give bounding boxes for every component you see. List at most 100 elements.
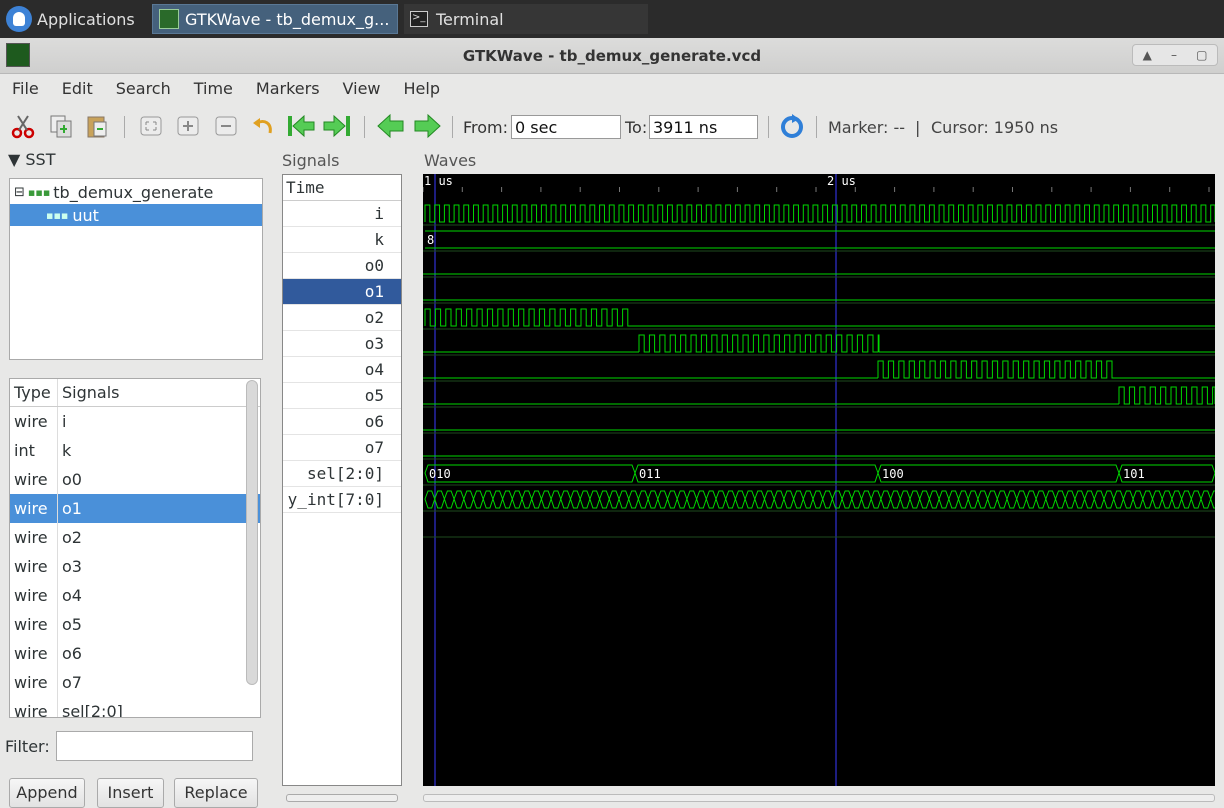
signal-list-row[interactable]: wire o6	[10, 639, 260, 668]
sst-expander[interactable]: ▼ SST	[8, 150, 55, 169]
insert-button[interactable]: Insert	[97, 778, 164, 808]
signal-list-row[interactable]: wire o3	[10, 552, 260, 581]
signal-type: wire	[10, 523, 58, 552]
replace-button[interactable]: Replace	[174, 778, 258, 808]
menubar: File Edit Search Time Markers View Help	[0, 75, 1224, 101]
signal-name-row[interactable]: y_int[7:0]	[283, 487, 401, 513]
menu-time[interactable]: Time	[182, 79, 244, 98]
signal-list-row[interactable]: wire i	[10, 407, 260, 436]
signal-list-row[interactable]: wire o5	[10, 610, 260, 639]
from-label: From:	[463, 118, 509, 137]
signal-list-row[interactable]: wire o4	[10, 581, 260, 610]
taskbar-terminal-button[interactable]: >_ Terminal	[404, 4, 648, 34]
signal-list-row[interactable]: int k	[10, 436, 260, 465]
cut-icon[interactable]	[10, 113, 36, 139]
collapse-icon[interactable]: ⊟	[14, 185, 25, 200]
waves-hscrollbar[interactable]	[423, 794, 1215, 802]
maximize-icon[interactable]: ▲	[1143, 48, 1152, 62]
menu-file[interactable]: File	[0, 79, 50, 98]
window-controls: ▲ – ▢	[1132, 44, 1218, 66]
minimize-icon[interactable]: –	[1171, 48, 1177, 62]
signal-name-row[interactable]: o3	[283, 331, 401, 357]
signal-list-table: Type Signals wire i int k wire o0 wire o1 wire o2…	[9, 378, 261, 718]
shift-right-icon[interactable]	[412, 113, 442, 139]
signal-name-row[interactable]: o1	[283, 279, 401, 305]
signal-name: o2	[62, 528, 82, 547]
signal-type: wire	[10, 639, 58, 668]
signals-panel-label: Signals	[282, 151, 340, 170]
column-header-signals[interactable]: Signals	[58, 383, 119, 402]
menu-markers[interactable]: Markers	[244, 79, 331, 98]
signal-name: o5	[62, 615, 82, 634]
jump-to-start-icon[interactable]	[286, 113, 316, 139]
marker-readout: Marker: --	[828, 118, 906, 137]
menu-search[interactable]: Search	[104, 79, 182, 98]
signal-name: o4	[62, 586, 82, 605]
signal-name-row[interactable]: o7	[283, 435, 401, 461]
signal-name-row[interactable]: k	[283, 227, 401, 253]
shift-left-icon[interactable]	[376, 113, 406, 139]
taskbar-gtkwave-button[interactable]: GTKWave - tb_demux_g...	[152, 4, 398, 34]
filter-input[interactable]	[56, 731, 253, 761]
bus-segment	[424, 464, 636, 483]
time-header: Time	[283, 175, 401, 201]
bus-value: 100	[882, 467, 904, 481]
applications-label: Applications	[37, 9, 135, 29]
from-time-input[interactable]	[511, 115, 621, 139]
menu-edit[interactable]: Edit	[50, 79, 104, 98]
signal-name: k	[62, 441, 72, 460]
signal-name-row[interactable]: i	[283, 201, 401, 227]
menu-help[interactable]: Help	[392, 79, 451, 98]
signal-list-scrollbar[interactable]	[246, 380, 258, 685]
column-header-type[interactable]: Type	[10, 379, 58, 406]
tree-item-uut[interactable]: ▪▪▪ uut	[10, 204, 262, 226]
waveform-canvas[interactable]: 1 us 2 us 8 010 011 100 101	[422, 174, 1221, 786]
cursor-readout: Cursor: 1950 ns	[931, 118, 1059, 137]
signal-name-row[interactable]: o4	[283, 357, 401, 383]
jump-to-end-icon[interactable]	[322, 113, 352, 139]
gtkwave-icon	[159, 9, 179, 29]
paste-icon[interactable]	[84, 113, 110, 139]
waveform-area[interactable]: 1 us 2 us 8 010 011 100 101	[422, 174, 1221, 786]
signal-name-row[interactable]: o2	[283, 305, 401, 331]
time-label: 1 us	[424, 174, 453, 188]
signal-name-row[interactable]: o6	[283, 409, 401, 435]
close-icon[interactable]: ▢	[1196, 48, 1207, 62]
to-time-input[interactable]	[649, 115, 758, 139]
taskbar-terminal-label: Terminal	[436, 9, 504, 29]
reload-icon[interactable]	[779, 113, 805, 139]
window-titlebar[interactable]: GTKWave - tb_demux_generate.vcd ▲ – ▢	[0, 38, 1224, 74]
signal-type: wire	[10, 465, 58, 494]
undo-zoom-icon[interactable]	[250, 113, 276, 139]
signal-name-row[interactable]: o5	[283, 383, 401, 409]
applications-menu[interactable]: Applications	[0, 4, 148, 34]
signal-name: o3	[62, 557, 82, 576]
taskbar-gtkwave-label: GTKWave - tb_demux_g...	[185, 9, 390, 29]
signal-name-row[interactable]: o0	[283, 253, 401, 279]
signal-name-row[interactable]: sel[2:0]	[283, 461, 401, 487]
signal-name: o7	[62, 673, 82, 692]
zoom-out-icon[interactable]	[213, 113, 239, 139]
zoom-fit-icon[interactable]	[138, 113, 164, 139]
copy-icon[interactable]	[48, 113, 74, 139]
signal-name: o1	[62, 499, 82, 518]
to-label: To:	[625, 118, 648, 137]
signal-list-row[interactable]: wire o1	[10, 494, 260, 523]
signal-list-row[interactable]: wire sel[2:0]	[10, 697, 260, 717]
signal-list-header: Type Signals	[10, 379, 260, 407]
signal-list-row[interactable]: wire o2	[10, 523, 260, 552]
bus-trace	[424, 490, 1221, 509]
bus-trace	[425, 230, 1215, 249]
clock-trace	[877, 360, 1115, 379]
terminal-icon: >_	[410, 11, 428, 27]
bus-value: 101	[1123, 467, 1145, 481]
menu-view[interactable]: View	[331, 79, 392, 98]
hierarchy-icon: ▪▪▪	[46, 208, 69, 222]
signal-list-row[interactable]: wire o0	[10, 465, 260, 494]
tree-item-tb-demux-generate[interactable]: ⊟ ▪▪▪ tb_demux_generate	[14, 181, 262, 203]
append-button[interactable]: Append	[9, 778, 85, 808]
signal-list-row[interactable]: wire o7	[10, 668, 260, 697]
signals-hscrollbar[interactable]	[286, 794, 398, 802]
zoom-in-icon[interactable]	[175, 113, 201, 139]
hierarchy-icon: ▪▪▪	[27, 185, 51, 199]
